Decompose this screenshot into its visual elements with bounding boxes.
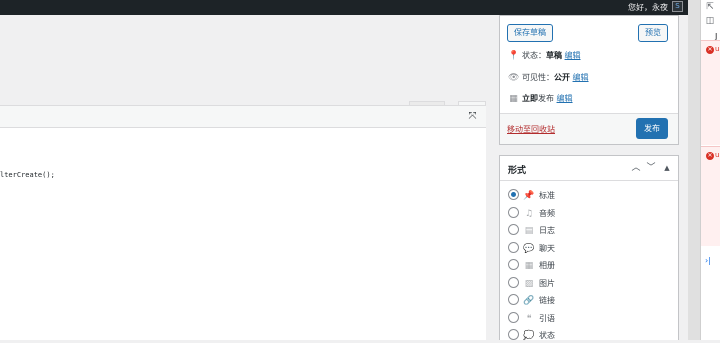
status-row: 📍 状态：草稿 编辑: [508, 50, 581, 61]
format-option[interactable]: 📌 标准: [508, 189, 555, 203]
format-option-label: 引语: [539, 313, 555, 323]
console-error: ✕ u: [701, 40, 720, 145]
format-box: 形式 ︿ ﹀ ▲ 📌 标准 ♫ 音频 ▤ 日志 💬 聊天 ▦ 相册 ▨ 图片 🔗 链接 ❝ 引语 💭 状态: [499, 155, 679, 343]
publish-immediately: 立即: [522, 94, 538, 103]
radio-button[interactable]: [508, 329, 519, 340]
format-option[interactable]: ▤ 日志: [508, 224, 555, 238]
page-scrollbar[interactable]: [688, 0, 700, 340]
radio-button[interactable]: [508, 311, 519, 323]
pin-icon: 📍: [508, 51, 520, 61]
eye-icon: 👁: [508, 73, 520, 83]
status-value: 草稿: [546, 51, 562, 60]
toggle-triangle-icon[interactable]: ▲: [661, 162, 673, 174]
publish-actions: 移动至回收站 发布: [500, 113, 678, 144]
inspect-icon[interactable]: ⇱: [704, 1, 716, 13]
link-icon: 🔗: [523, 296, 535, 306]
chevron-up-icon[interactable]: ︿: [630, 162, 642, 174]
gallery-icon: ▦: [524, 261, 534, 271]
visibility-row: 👁 可见性：公开 编辑: [508, 72, 589, 83]
format-option[interactable]: ▦ 相册: [508, 259, 555, 273]
format-option[interactable]: 💬 聊天: [508, 241, 555, 256]
code-editor[interactable]: lterCreate();: [0, 128, 486, 340]
radio-button[interactable]: [508, 189, 519, 200]
publish-box: 保存草稿 预览 📍 状态：草稿 编辑 👁 可见性：公开 编辑 ▦ 立即发布 编辑 移动…: [499, 15, 679, 145]
chevron-down-icon[interactable]: ﹀: [645, 162, 657, 174]
quote-icon: ❝: [526, 313, 532, 324]
error-icon: ✕: [706, 152, 714, 160]
radio-button[interactable]: [508, 259, 519, 270]
publish-button[interactable]: 发布: [636, 118, 668, 139]
radio-button[interactable]: [508, 241, 519, 253]
format-option[interactable]: ♫ 音频: [508, 206, 555, 221]
avatar[interactable]: S: [672, 1, 683, 12]
sidebar: 保存草稿 预览 📍 状态：草稿 编辑 👁 可见性：公开 编辑 ▦ 立即发布 编辑 移动…: [499, 15, 679, 343]
devtools-panel: ⇱ ◫ J ✕ u ✕ u ›|: [700, 0, 720, 340]
publish-suffix: 发布: [538, 94, 554, 103]
format-option[interactable]: 🔗 链接: [508, 294, 555, 308]
format-option[interactable]: 💭 状态: [508, 329, 555, 343]
visibility-label: 可见性：: [522, 73, 554, 82]
edit-schedule-link[interactable]: 编辑: [557, 94, 573, 103]
format-option-label: 音频: [539, 208, 555, 218]
format-option-label: 标准: [539, 191, 555, 200]
radio-button[interactable]: [508, 294, 519, 305]
preview-button[interactable]: 预览: [638, 24, 668, 42]
schedule-row: ▦ 立即发布 编辑: [508, 93, 573, 104]
device-toggle-icon[interactable]: ◫: [704, 15, 716, 27]
fullscreen-icon[interactable]: ⤧: [466, 110, 479, 123]
calendar-icon: ▦: [509, 94, 518, 104]
format-option-label: 状态: [539, 331, 555, 340]
pin-icon: 📌: [523, 191, 535, 201]
error-text: u: [715, 151, 720, 159]
image-icon: ▨: [524, 278, 534, 289]
status-icon: 💭: [523, 331, 535, 341]
format-option-label: 聊天: [539, 243, 555, 253]
editor: 可视化 代码 ⤧ lterCreate();: [0, 15, 486, 340]
format-header: 形式 ︿ ﹀ ▲: [500, 156, 678, 181]
save-draft-button[interactable]: 保存草稿: [507, 24, 553, 42]
format-title: 形式: [508, 166, 527, 176]
edit-status-link[interactable]: 编辑: [565, 51, 581, 60]
error-text: u: [715, 45, 720, 53]
status-label: 状态：: [522, 51, 546, 60]
admin-bar: 您好，永夜 S: [0, 0, 688, 15]
format-option-label: 日志: [539, 226, 555, 235]
radio-button[interactable]: [508, 276, 519, 288]
console-prompt[interactable]: ›|: [705, 256, 711, 265]
error-icon: ✕: [706, 46, 714, 54]
format-option-label: 链接: [539, 296, 555, 305]
format-option[interactable]: ❝ 引语: [508, 311, 555, 326]
format-option-label: 图片: [539, 278, 555, 288]
visibility-value: 公开: [554, 73, 570, 82]
aside-icon: ▤: [524, 226, 534, 236]
edit-visibility-link[interactable]: 编辑: [573, 73, 589, 82]
code-line: lterCreate();: [0, 171, 55, 179]
format-option[interactable]: ▨ 图片: [508, 276, 555, 291]
radio-button[interactable]: [508, 224, 519, 235]
chat-icon: 💬: [523, 243, 535, 254]
editor-toolbar: ⤧: [0, 105, 486, 128]
audio-icon: ♫: [524, 208, 534, 219]
greeting[interactable]: 您好，永夜: [628, 2, 668, 13]
format-option-label: 相册: [539, 261, 555, 270]
radio-button[interactable]: [508, 206, 519, 218]
console-error: ✕ u: [701, 146, 720, 246]
move-to-trash-link[interactable]: 移动至回收站: [507, 124, 555, 135]
